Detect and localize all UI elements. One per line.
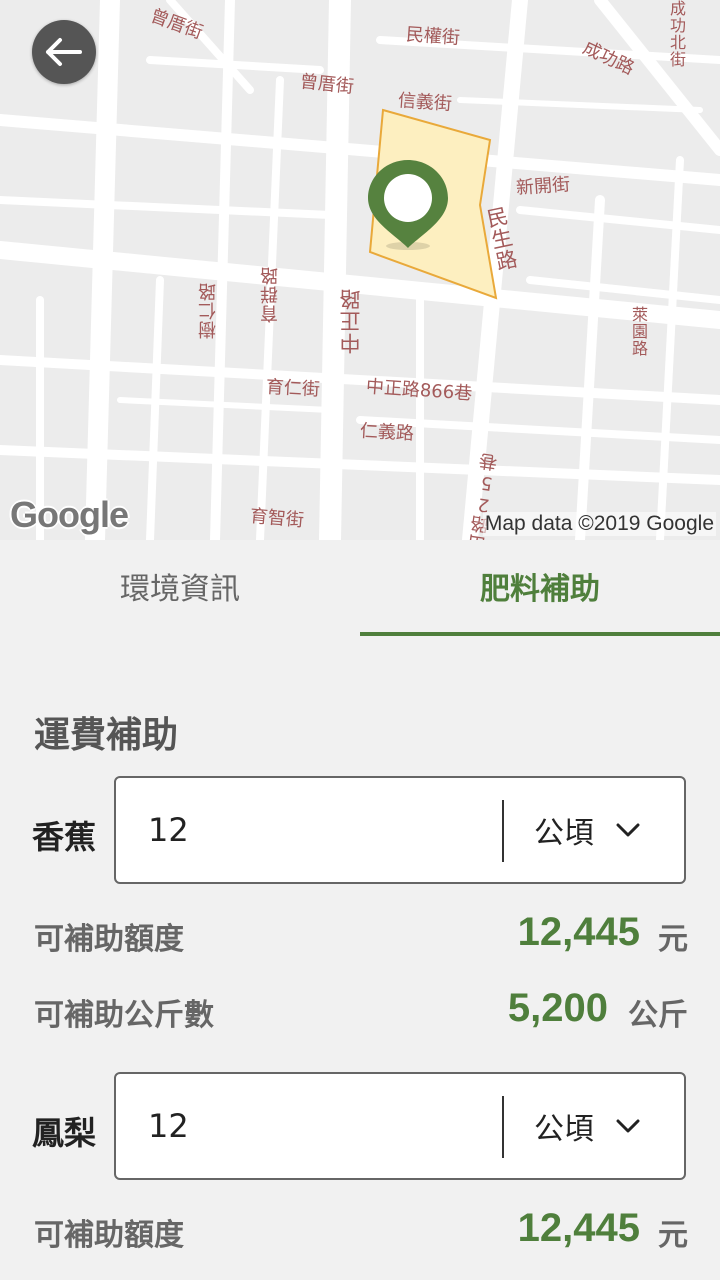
crop-input-group: 公頃 [114,776,686,884]
subsidy-amount-value: 12,445 [517,1206,640,1250]
tab-environment-info[interactable]: 環境資訊 [0,540,360,636]
tab-bar: 環境資訊 肥料補助 [0,540,720,636]
street-label: 成功北街 [667,0,686,68]
street-label: 育智街 [249,505,305,532]
unit-selected-value: 公頃 [534,816,594,851]
street-label: 新開街 [515,174,571,199]
area-quantity-input[interactable] [148,1074,488,1178]
section-title: 運費補助 [34,715,179,756]
subsidy-kg-value: 5,200 [507,986,608,1030]
street-label: 信義街 [397,90,453,115]
chevron-down-icon [616,823,640,837]
map-pin-icon[interactable] [366,158,450,254]
street-label: 萊園路 [629,306,648,357]
subsidy-amount-value: 12,445 [517,910,640,954]
subsidy-amount-label: 可補助額度 [34,922,184,957]
subsidy-kg-unit: 公斤 [628,998,688,1033]
area-quantity-input[interactable] [148,778,488,882]
map-view[interactable]: 曾厝街 民權街 成功路 成功北街 曾厝街 信義街 新開街 民生路 樹仁路 育群路… [0,0,720,540]
crop-input-group: 公頃 [114,1072,686,1180]
street-label: 民權街 [405,24,461,49]
crop-label-banana: 香蕉 [32,818,97,856]
chevron-down-icon [616,1119,640,1133]
street-label: 中正路 [339,288,363,354]
subsidy-kg-label: 可補助公斤數 [34,998,214,1033]
street-label: 樹仁路 [198,282,219,339]
google-logo: Google [10,494,129,535]
street-label: 曾厝街 [298,71,355,98]
subsidy-amount-label: 可補助額度 [34,1218,184,1253]
map-credit: Map data ©2019 Google [482,512,716,536]
unit-dropdown[interactable]: 公頃 [504,778,684,882]
map-roads [0,0,720,540]
unit-dropdown[interactable]: 公頃 [504,1074,684,1178]
arrow-left-icon [46,38,82,66]
subsidy-amount-unit: 元 [658,922,688,957]
back-button[interactable] [32,20,96,84]
crop-label-pineapple: 鳳梨 [32,1114,97,1152]
street-label: 育仁街 [265,376,321,401]
street-label: 育群路 [260,266,281,323]
unit-selected-value: 公頃 [534,1112,594,1147]
tab-fertilizer-subsidy[interactable]: 肥料補助 [360,540,720,636]
subsidy-amount-unit: 元 [658,1218,688,1253]
street-label: 仁義路 [359,420,415,445]
